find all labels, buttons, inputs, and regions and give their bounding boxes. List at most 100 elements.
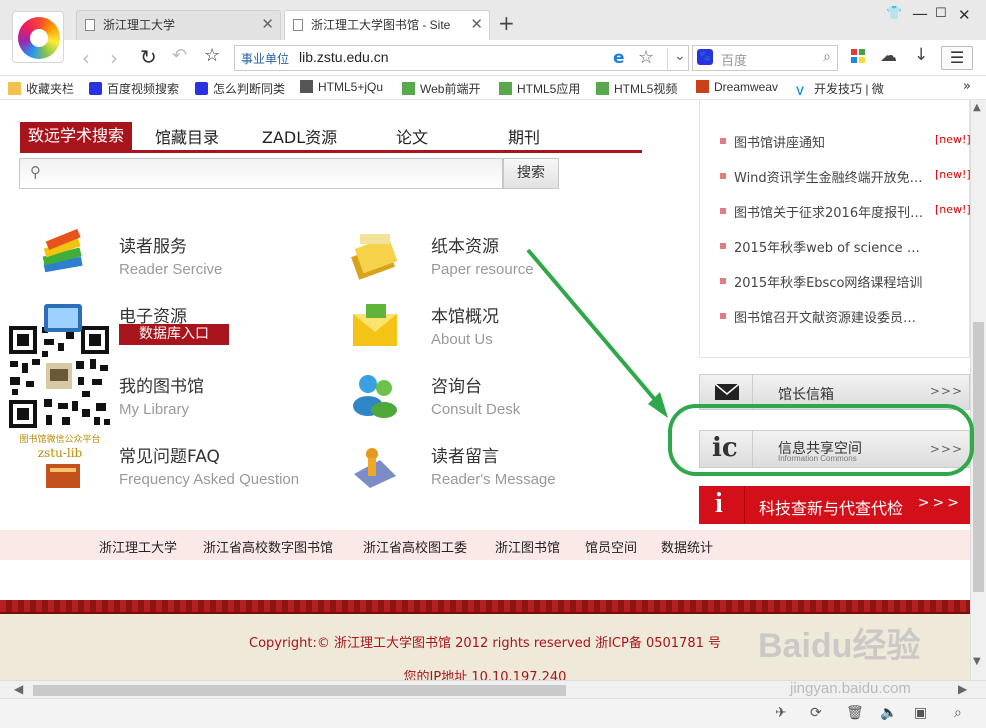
bookmark-item[interactable]: 怎么判断同类 [195,80,285,97]
bookmark-item[interactable]: HTML5视频 [596,80,677,97]
browser-logo[interactable] [12,11,64,63]
database-entry-button[interactable]: 数据库入口 [119,324,229,345]
undo-close-icon[interactable]: ↶ [172,45,187,66]
service-title[interactable]: 常见问题FAQ [119,442,220,467]
pin-icon[interactable]: ✈ [775,705,787,721]
service-title[interactable]: 我的图书馆 [119,372,204,397]
search-engine-box[interactable]: 🐾 百度 ⌕ [692,45,838,71]
ie-mode-icon[interactable]: e [613,48,625,68]
close-window-icon[interactable]: ✕ [958,6,971,24]
footer-link[interactable]: 数据统计 [661,537,713,556]
address-bar[interactable]: 事业单位 lib.zstu.edu.cn e ☆ ⌄ [234,45,689,71]
service-subtitle[interactable]: Frequency Asked Question [119,471,299,488]
search-icon[interactable]: ⌕ [823,49,831,65]
chevron-down-icon[interactable]: ⌄ [667,48,686,70]
tab-catalog[interactable]: 馆藏目录 [155,124,219,148]
browser-tab[interactable]: 浙江理工大学 ✕ [76,10,281,40]
scroll-thumb[interactable] [33,685,566,696]
browser-tab-bar: 浙江理工大学 ✕ 浙江理工大学图书馆 - Site ✕ + 👕 — ☐ ✕ [0,0,986,40]
screen-icon[interactable]: ▣ [914,705,927,721]
close-tab-icon[interactable]: ✕ [470,11,483,39]
footer-link[interactable]: 浙江省高校图工委 [363,537,467,556]
search-placeholder: 百度 [721,54,748,69]
download-icon[interactable]: ↓ [914,45,928,65]
bullet [720,138,726,144]
forward-icon[interactable]: › [110,46,118,70]
bookmark-item[interactable]: HTML5应用 [499,80,580,97]
service-title[interactable]: 读者留言 [431,442,499,467]
bookmark-folder[interactable]: 收藏夹栏 [8,80,74,97]
bookmark-item[interactable]: Web前端开 [402,80,480,97]
service-subtitle[interactable]: Reader Sercive [119,261,222,278]
tab-zadl[interactable]: ZADL资源 [262,124,337,148]
refresh-icon[interactable]: ↻ [140,45,157,69]
apps-grid-graphic [851,49,865,63]
speaker-icon[interactable]: 🔈 [880,705,897,721]
menu-icon[interactable]: ☰ [941,46,973,70]
bookmark-item[interactable]: HTML5+jQu [300,80,383,94]
service-subtitle[interactable]: Reader's Message [431,471,556,488]
service-subtitle[interactable]: My Library [119,401,189,418]
maximize-icon[interactable]: ☐ [935,6,947,21]
service-title[interactable]: 咨询台 [431,372,482,397]
vertical-scrollbar[interactable]: ▲ ▼ [970,100,986,680]
service-title[interactable]: 读者服务 [119,232,187,257]
scroll-thumb[interactable] [973,322,984,592]
service-subtitle[interactable]: Paper resource [431,261,534,278]
browser-tab-active[interactable]: 浙江理工大学图书馆 - Site ✕ [284,10,490,40]
search-input[interactable]: ⚲ [19,158,503,189]
books-icon[interactable] [38,228,88,278]
bullet [720,278,726,284]
bookmark-item[interactable]: 百度视频搜索 [89,80,179,97]
director-mailbox-button[interactable]: 馆长信箱 >>> [699,374,970,410]
tab-academic-search[interactable]: 致远学术搜索 [20,122,132,150]
site-icon [499,82,512,95]
scroll-up-icon[interactable]: ▲ [973,102,981,113]
paper-notes-icon[interactable] [350,230,400,280]
panel-label: 科技查新与代查代检 [759,499,904,518]
favorite-star-icon[interactable]: ☆ [638,47,654,68]
footer-link[interactable]: 浙江省高校数字图书馆 [203,537,333,556]
users-icon[interactable] [350,370,400,420]
footer-link[interactable]: 浙江理工大学 [99,537,177,556]
search-button[interactable]: 搜索 [503,158,559,189]
close-tab-icon[interactable]: ✕ [261,11,274,39]
bookmark-item[interactable]: V 开发技巧 | 微 [796,80,884,98]
message-icon[interactable] [350,440,400,490]
service-title[interactable]: 纸本资源 [431,232,499,257]
bookmarks-more-icon[interactable]: » [963,79,971,94]
tab-underline [20,150,642,153]
footer-link[interactable]: 馆员空间 [585,537,637,556]
skin-icon[interactable]: 👕 [886,6,902,21]
bullet [720,173,726,179]
footer-link[interactable]: 浙江图书馆 [495,537,560,556]
information-commons-button[interactable]: ic 信息共享空间 Information Commons >>> [699,430,970,468]
bookmark-star-icon[interactable]: ☆ [204,45,220,66]
bookmark-item[interactable]: Dreamweav [696,80,778,94]
minimize-icon[interactable]: — [912,4,928,23]
service-subtitle[interactable]: About Us [431,331,493,348]
service-subtitle[interactable]: Consult Desk [431,401,520,418]
baidu-watermark: Baidu经验 [758,627,921,665]
faq-book-icon[interactable] [38,442,88,492]
new-tab-button[interactable]: + [498,11,515,35]
envelope-icon[interactable] [350,300,400,350]
service-title[interactable]: 本馆概况 [431,302,499,327]
refresh-status-icon[interactable]: ⟳ [810,705,822,721]
tab-journal[interactable]: 期刊 [508,124,540,148]
news-list: 图书馆讲座通知[new!] Wind资讯学生金融终端开放免费使用[new!] 图… [699,100,970,358]
tab-thesis[interactable]: 论文 [396,124,428,148]
scroll-left-icon[interactable]: ◀ [14,682,23,696]
scroll-right-icon[interactable]: ▶ [958,682,967,696]
panel-label: 馆长信箱 [778,387,834,403]
panel-arrows: >>> [929,384,963,398]
back-icon[interactable]: ‹ [82,46,90,70]
trash-icon[interactable]: 🗑 [846,705,864,721]
zoom-icon[interactable]: ⌕ [954,705,962,721]
apps-grid-icon[interactable] [851,48,865,68]
panel-sublabel: Information Commons [778,454,857,463]
url-text[interactable]: lib.zstu.edu.cn [299,49,389,65]
monitor-icon[interactable] [38,300,88,350]
novelty-search-button[interactable]: i 科技查新与代查代检 >>> [699,486,970,524]
cloud-icon[interactable]: ☁ [880,46,897,66]
